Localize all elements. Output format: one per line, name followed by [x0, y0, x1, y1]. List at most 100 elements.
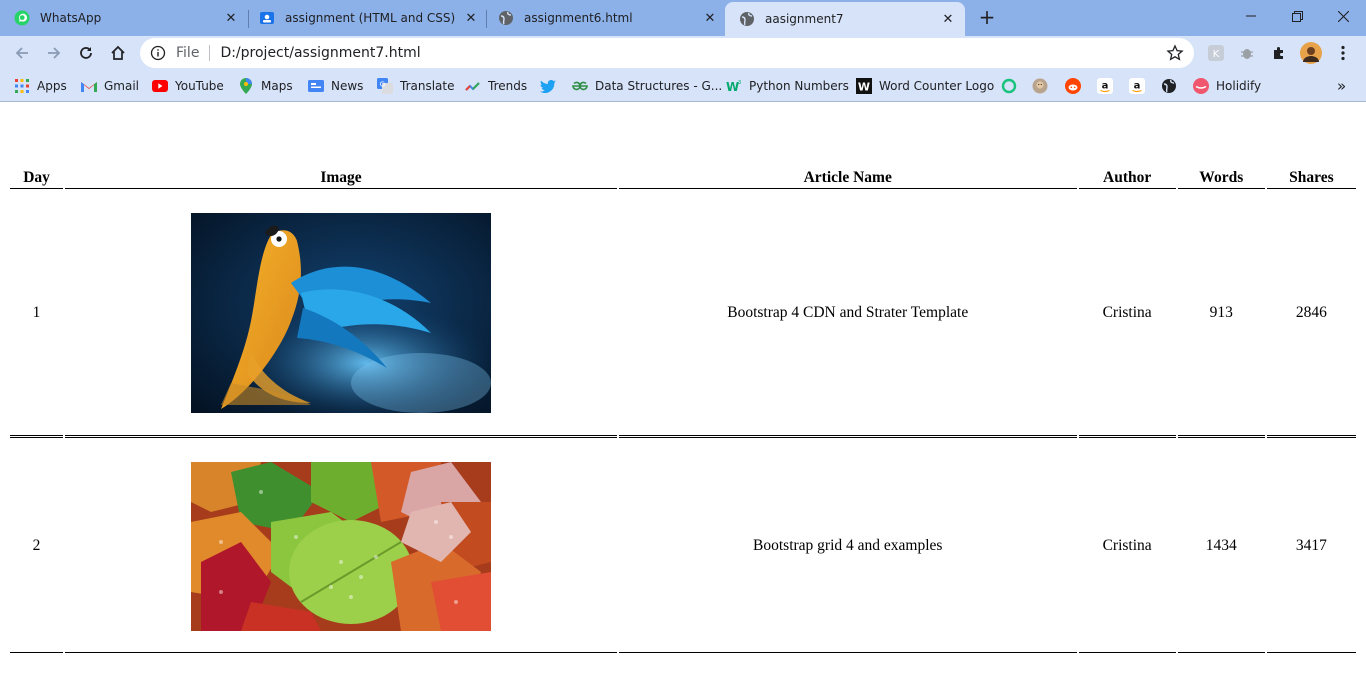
url-divider: [209, 45, 211, 61]
close-tab-icon[interactable]: ✕: [460, 11, 482, 26]
translate-icon: G: [377, 78, 393, 94]
cell-article-name: Bootstrap 4 CDN and Strater Template: [618, 191, 1077, 438]
forward-button[interactable]: [40, 39, 68, 67]
geeksforgeeks-icon: [572, 78, 588, 94]
bookmark-label: Holidify: [1216, 79, 1262, 93]
bookmark-youtube[interactable]: YouTube: [152, 76, 224, 96]
minimize-button[interactable]: [1228, 0, 1274, 32]
bookmark-globe[interactable]: [1161, 76, 1177, 96]
tab-aasignment7[interactable]: aasignment7 ✕: [725, 2, 965, 36]
ring-icon: [1001, 78, 1017, 94]
extensions-button[interactable]: [1268, 42, 1290, 64]
tab-whatsapp[interactable]: WhatsApp ✕: [0, 0, 248, 36]
header-shares: Shares: [1266, 167, 1356, 189]
bookmark-amazon[interactable]: a: [1097, 76, 1113, 96]
bookmark-word-counter[interactable]: W Word Counter Logo: [856, 76, 994, 96]
bookmark-label: Trends: [488, 79, 528, 93]
bookmark-python-numbers[interactable]: W3 Python Numbers: [726, 76, 849, 96]
page-content: Day Image Article Name Author Words Shar…: [0, 103, 1366, 700]
tab-assignment-html-css[interactable]: assignment (HTML and CSS) ✕: [245, 0, 488, 36]
table-row: 2 Bootstrap grid 4 and examples Cristina…: [10, 440, 1356, 653]
tab-title: assignment (HTML and CSS): [285, 11, 456, 25]
bookmark-holidify[interactable]: Holidify: [1193, 76, 1261, 96]
bookmark-reddit[interactable]: [1065, 76, 1081, 96]
url-scheme: File: [176, 45, 200, 61]
bookmark-label: Data Structures - G...: [595, 79, 723, 93]
cell-author: Cristina: [1078, 440, 1176, 653]
bookmark-label: Python Numbers: [749, 79, 849, 93]
avatar-icon: [1300, 42, 1322, 64]
cell-author: Cristina: [1078, 191, 1176, 438]
header-day: Day: [10, 167, 64, 189]
holidify-icon: [1193, 78, 1209, 94]
bookmark-face[interactable]: [1032, 76, 1048, 96]
youtube-icon: [152, 78, 168, 94]
tab-title: aasignment7: [765, 12, 844, 26]
header-article-name: Article Name: [618, 167, 1077, 189]
extension-button[interactable]: K: [1205, 42, 1227, 64]
bookmark-ring[interactable]: [1001, 76, 1017, 96]
header-image: Image: [65, 167, 617, 189]
cell-image: [65, 191, 617, 438]
new-tab-button[interactable]: +: [974, 4, 1000, 30]
puzzle-icon: [1274, 47, 1283, 59]
close-window-button[interactable]: [1320, 0, 1366, 32]
table-row: 1 Bootstrap 4 CDN and Strater Template C…: [10, 191, 1356, 438]
kebab-menu-icon: [1341, 45, 1345, 61]
whatsapp-icon: [14, 10, 30, 26]
svg-text:a: a: [1102, 81, 1109, 92]
twitter-icon: [540, 78, 556, 94]
home-icon: [111, 45, 125, 60]
gmail-icon: [81, 78, 97, 94]
svg-text:G: G: [380, 81, 385, 89]
bookmark-label: Apps: [37, 79, 67, 93]
amazon-icon: a: [1129, 78, 1145, 94]
tab-title: WhatsApp: [40, 11, 102, 25]
face-icon: [1032, 78, 1048, 94]
bookmark-gmail[interactable]: Gmail: [81, 76, 139, 96]
tab-assignment6[interactable]: assignment6.html ✕: [484, 0, 727, 36]
globe-icon: [740, 12, 754, 26]
bookmark-amazon[interactable]: a: [1129, 76, 1145, 96]
url-text[interactable]: D:/project/assignment7.html: [220, 45, 1166, 61]
bookmark-trends[interactable]: Trends: [465, 76, 527, 96]
bookmark-apps[interactable]: Apps: [14, 76, 67, 96]
bookmark-star-icon[interactable]: [1166, 44, 1184, 62]
close-tab-icon[interactable]: ✕: [699, 11, 721, 26]
header-words: Words: [1177, 167, 1265, 189]
back-button[interactable]: [8, 39, 36, 67]
forward-arrow-icon: [48, 47, 61, 59]
restore-button[interactable]: [1274, 0, 1320, 32]
bookmark-label: Maps: [261, 79, 293, 93]
more-bookmarks-button[interactable]: »: [1337, 76, 1346, 96]
bookmark-label: Translate: [400, 79, 455, 93]
reload-button[interactable]: [72, 39, 100, 67]
bookmark-data-structures[interactable]: Data Structures - G...: [572, 76, 722, 96]
bookmark-label: News: [331, 79, 364, 93]
close-tab-icon[interactable]: ✕: [937, 12, 959, 27]
bookmark-maps[interactable]: Maps: [238, 76, 293, 96]
cell-words: 913: [1177, 191, 1265, 438]
address-bar[interactable]: File D:/project/assignment7.html: [140, 38, 1194, 68]
home-button[interactable]: [104, 39, 132, 67]
classroom-icon: [260, 12, 274, 24]
tab-strip: WhatsApp ✕ assignment (HTML and CSS) ✕ a…: [0, 0, 1366, 36]
profile-avatar[interactable]: [1300, 42, 1322, 64]
menu-button[interactable]: [1332, 42, 1354, 64]
info-icon[interactable]: [150, 45, 166, 61]
svg-text:3: 3: [738, 80, 741, 86]
articles-table: Day Image Article Name Author Words Shar…: [8, 165, 1358, 655]
bookmark-twitter[interactable]: [540, 76, 556, 96]
svg-text:a: a: [1134, 81, 1141, 92]
cell-words: 1434: [1177, 440, 1265, 653]
trends-icon: [465, 78, 481, 94]
tab-title: assignment6.html: [524, 11, 633, 25]
bookmark-news[interactable]: News: [308, 76, 363, 96]
bug-icon: [1241, 49, 1253, 59]
extension-button[interactable]: [1236, 42, 1258, 64]
bookmarks-bar: Apps Gmail YouTube Maps News G Translate…: [0, 70, 1366, 102]
bookmark-translate[interactable]: G Translate: [377, 76, 455, 96]
close-tab-icon[interactable]: ✕: [220, 11, 242, 26]
cell-article-name: Bootstrap grid 4 and examples: [618, 440, 1077, 653]
cell-shares: 2846: [1266, 191, 1356, 438]
